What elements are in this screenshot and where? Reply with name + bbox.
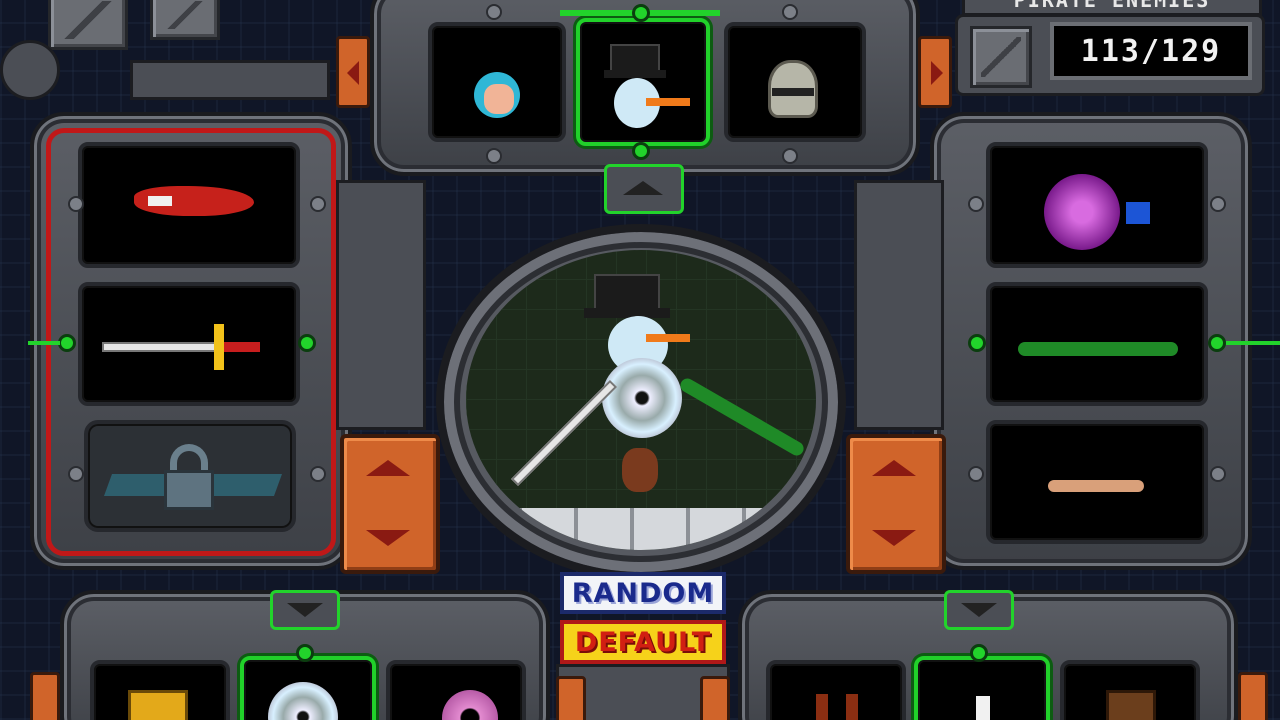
left-up-button[interactable] xyxy=(366,460,410,476)
character-customization-screen: PIRATE ENEMIES 113/129 RANDOM DEFAULT xyxy=(0,0,1280,720)
bottle-icon xyxy=(846,694,858,720)
bottle-icon xyxy=(816,694,828,720)
selection-node xyxy=(970,644,988,662)
green-snake-icon xyxy=(1018,342,1178,356)
arrow-down-icon xyxy=(366,530,410,546)
chevron-down-icon xyxy=(961,603,997,617)
selection-node xyxy=(632,4,650,22)
chevron-down-icon xyxy=(287,603,323,617)
bolt xyxy=(782,4,798,20)
bottom-right-scroll-button[interactable] xyxy=(944,590,1014,630)
left-slot-sword[interactable] xyxy=(78,282,300,406)
bottom-slot-trophy[interactable] xyxy=(90,660,230,720)
bolt xyxy=(486,4,502,20)
bottom-center-right-tab xyxy=(700,676,730,720)
right-slot-arm[interactable] xyxy=(986,420,1208,544)
bolt xyxy=(68,466,84,482)
helmet-visor xyxy=(772,88,814,96)
bolt xyxy=(68,196,84,212)
bolt xyxy=(310,466,326,482)
arrow-left-icon xyxy=(347,61,359,85)
gear-decoration xyxy=(0,40,60,100)
character-preview-window xyxy=(466,250,816,550)
left-cycle-panel xyxy=(340,434,440,574)
bolt xyxy=(782,148,798,164)
selection-rail xyxy=(1226,341,1280,345)
urchin-handle xyxy=(1126,202,1150,224)
head-next-tab[interactable] xyxy=(918,36,952,108)
head-slot-mermaid[interactable] xyxy=(428,22,566,142)
head-prev-tab[interactable] xyxy=(336,36,370,108)
carrot-nose xyxy=(646,98,690,106)
sword-blade-icon xyxy=(102,342,228,352)
bolt xyxy=(968,466,984,482)
selection-node xyxy=(298,334,316,352)
bottom-left-prev-tab[interactable] xyxy=(30,672,60,720)
arrow-up-icon xyxy=(872,460,916,476)
right-down-button[interactable] xyxy=(872,530,916,546)
crate-icon xyxy=(1106,690,1156,720)
bottom-slot-bottles[interactable] xyxy=(766,660,906,720)
right-cycle-panel xyxy=(846,434,946,574)
bolt xyxy=(486,148,502,164)
selection-node xyxy=(968,334,986,352)
right-support-strut xyxy=(854,180,944,430)
bottom-right-next-tab[interactable] xyxy=(1238,672,1268,720)
corner-plate xyxy=(150,0,220,40)
compact-disc-body xyxy=(602,358,682,438)
corner-plate xyxy=(48,0,128,50)
arrow-right-icon xyxy=(931,61,943,85)
counter-plate xyxy=(970,26,1032,88)
chevron-up-icon xyxy=(623,181,663,195)
carrot-nose xyxy=(646,334,690,342)
sword-guard xyxy=(214,324,224,370)
hat-brim xyxy=(604,70,666,78)
selection-rail xyxy=(28,341,60,345)
bottom-left-scroll-button[interactable] xyxy=(270,590,340,630)
bottom-slot-drumstick[interactable] xyxy=(914,656,1050,720)
bare-arm-icon xyxy=(1048,480,1144,492)
left-down-button[interactable] xyxy=(366,530,410,546)
mermaid-face xyxy=(484,84,514,114)
pipe-decoration xyxy=(130,60,330,100)
donut-icon xyxy=(442,690,498,720)
left-slot-red-claw[interactable] xyxy=(78,142,300,268)
selection-node xyxy=(296,644,314,662)
unlock-counter: 113/129 xyxy=(1050,22,1252,80)
right-slot-snake[interactable] xyxy=(986,282,1208,406)
bolt xyxy=(1210,466,1226,482)
bottom-center-left-tab xyxy=(556,676,586,720)
compact-disc-icon xyxy=(268,682,338,720)
right-slot-urchin[interactable] xyxy=(986,142,1208,268)
bolt xyxy=(1210,196,1226,212)
selection-node xyxy=(632,142,650,160)
left-slot-locked[interactable] xyxy=(84,420,296,532)
claw-teeth xyxy=(148,196,172,206)
head-slot-snowman[interactable] xyxy=(576,18,710,146)
meat-drumstick-icon xyxy=(622,448,658,492)
head-scroll-up-button[interactable] xyxy=(604,164,684,214)
arrow-up-icon xyxy=(366,460,410,476)
default-button[interactable]: DEFAULT xyxy=(560,620,726,664)
preview-floor xyxy=(466,508,816,550)
arrow-down-icon xyxy=(872,530,916,546)
drumstick-bone-icon xyxy=(976,696,990,720)
left-support-strut xyxy=(336,180,426,430)
bolt xyxy=(968,196,984,212)
hat-brim xyxy=(584,308,670,318)
trophy-icon xyxy=(128,690,188,720)
purple-urchin-icon xyxy=(1044,174,1120,250)
bolt xyxy=(310,196,326,212)
selection-node xyxy=(1208,334,1226,352)
selection-node xyxy=(58,334,76,352)
right-up-button[interactable] xyxy=(872,460,916,476)
bottom-slot-disc[interactable] xyxy=(240,656,376,720)
random-button[interactable]: RANDOM xyxy=(560,572,726,614)
head-slot-knight[interactable] xyxy=(724,22,866,142)
bottom-slot-crate[interactable] xyxy=(1060,660,1200,720)
lock-icon xyxy=(164,470,214,510)
sword-hilt xyxy=(224,342,260,352)
bottom-slot-donut[interactable] xyxy=(386,660,526,720)
